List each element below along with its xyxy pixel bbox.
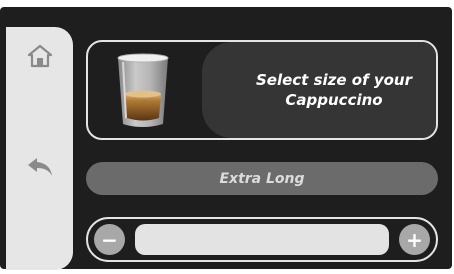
minus-icon: −	[101, 227, 118, 252]
back-button[interactable]	[25, 152, 55, 182]
product-prompt-line2: Cappuccino	[285, 91, 383, 109]
size-stepper: − +	[86, 217, 438, 262]
product-prompt-line1: Select size of your	[256, 71, 412, 89]
selected-size-pill[interactable]: Extra Long	[86, 162, 438, 195]
display-panel: Select size of your Cappuccino Extra Lon…	[0, 7, 452, 270]
product-card: Select size of your Cappuccino	[86, 40, 438, 140]
sidebar	[6, 27, 73, 270]
home-icon	[27, 44, 53, 68]
selected-size-label: Extra Long	[219, 170, 305, 187]
plus-icon: +	[406, 227, 423, 252]
decrease-button[interactable]: −	[94, 224, 125, 255]
size-level-track[interactable]	[135, 224, 389, 255]
product-prompt: Select size of your Cappuccino	[224, 42, 436, 138]
increase-button[interactable]: +	[399, 224, 430, 255]
home-button[interactable]	[25, 41, 55, 71]
back-arrow-icon	[28, 158, 52, 176]
cappuccino-glass-image	[117, 53, 169, 127]
machine-screen: Select size of your Cappuccino Extra Lon…	[0, 0, 454, 274]
